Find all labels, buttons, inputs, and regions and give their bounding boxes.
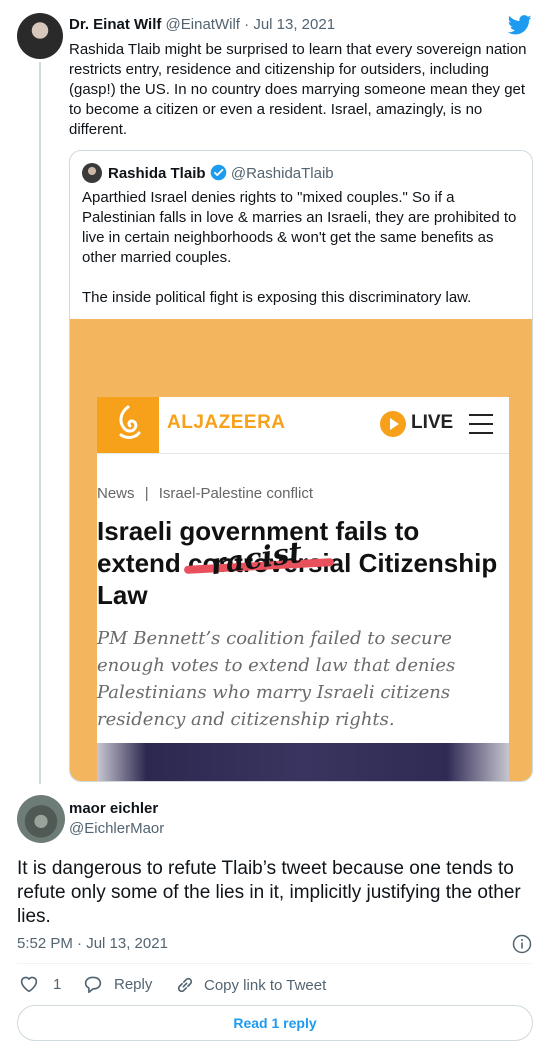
- quoted-avatar: [82, 163, 102, 183]
- reply-label: Reply: [114, 975, 153, 993]
- tweet-date[interactable]: Jul 13, 2021: [253, 16, 335, 33]
- crumb-topic: Israel-Palestine conflict: [158, 485, 313, 502]
- aljazeera-logo-icon: [97, 397, 159, 453]
- article-headline: Israeli government fails to extend contr…: [97, 515, 497, 611]
- crumb-separator: |: [144, 485, 149, 502]
- separator: ·: [244, 16, 250, 33]
- reply-author-handle[interactable]: @EichlerMaor: [69, 820, 164, 837]
- live-label: LIVE: [411, 412, 454, 433]
- reply-text: It is dangerous to refute Tlaib’s tweet …: [17, 858, 521, 927]
- quoted-author-name: Rashida Tlaib: [108, 165, 206, 182]
- twitter-bird-icon[interactable]: [508, 15, 532, 35]
- quoted-text: Aparthied Israel denies rights to "mixed…: [82, 189, 517, 266]
- copy-link-action[interactable]: Copy link to Tweet: [175, 975, 326, 995]
- link-icon: [177, 977, 193, 993]
- headline-line-3: Law: [97, 580, 148, 610]
- live-play-icon: [380, 411, 406, 437]
- divider: [17, 963, 531, 964]
- reply-bubble-icon: [84, 976, 102, 993]
- crumb-news: News: [97, 485, 135, 502]
- reply-timestamp[interactable]: 5:52 PM · Jul 13, 2021: [17, 935, 168, 952]
- tweet-text: Rashida Tlaib might be surprised to lear…: [69, 41, 527, 138]
- aljazeera-brand: ALJAZEERA: [167, 412, 286, 433]
- article-dek: PM Bennett’s coalition failed to secure …: [97, 628, 456, 730]
- quoted-header: Rashida Tlaib @RashidaTlaib: [108, 164, 334, 182]
- quoted-tweet-card[interactable]: Rashida Tlaib @RashidaTlaib Aparthied Is…: [69, 150, 533, 782]
- heart-icon: [20, 976, 38, 993]
- author-handle[interactable]: @EinatWilf: [166, 16, 240, 33]
- quoted-author-handle: @RashidaTlaib: [230, 165, 334, 182]
- like-action[interactable]: 1: [19, 975, 61, 993]
- headline-struck-word: controversial racist: [183, 535, 359, 581]
- copy-link-label: Copy link to Tweet: [204, 976, 327, 994]
- aljazeera-header: ALJAZEERA LIVE: [97, 397, 509, 454]
- article-panel: ALJAZEERA LIVE News | Israel-Palestine c…: [97, 397, 509, 781]
- avatar[interactable]: [17, 13, 63, 59]
- menu-icon: [469, 414, 493, 434]
- article-screenshot-image[interactable]: ALJAZEERA LIVE News | Israel-Palestine c…: [70, 319, 532, 781]
- reply-author-name[interactable]: maor eichler: [69, 800, 158, 817]
- info-icon[interactable]: [512, 934, 532, 954]
- tweet-header: Dr. Einat Wilf @EinatWilf · Jul 13, 2021: [69, 16, 335, 33]
- article-photo-strip: [97, 743, 509, 781]
- reply-avatar[interactable]: [17, 795, 65, 843]
- headline-extend: extend: [97, 548, 181, 578]
- headline-rest: Citizenship: [358, 548, 498, 578]
- headline-line-2: extend controversial racist Citizenship: [97, 535, 498, 582]
- thread-line: [39, 62, 41, 784]
- author-name[interactable]: Dr. Einat Wilf: [69, 16, 161, 33]
- logo-mark-icon: [119, 405, 141, 439]
- quoted-text-second: The inside political fight is exposing t…: [82, 289, 472, 306]
- verified-badge-icon: [210, 164, 226, 181]
- read-replies-button[interactable]: Read 1 reply: [17, 1005, 533, 1041]
- like-count: 1: [53, 975, 62, 993]
- article-breadcrumb: News | Israel-Palestine conflict: [97, 485, 313, 502]
- reply-action[interactable]: Reply: [83, 975, 152, 993]
